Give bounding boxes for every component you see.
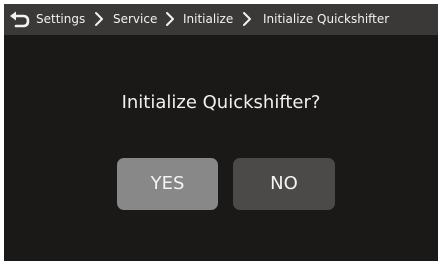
breadcrumb: Settings Service Initialize Initialize Q… bbox=[4, 4, 438, 35]
no-button[interactable]: NO bbox=[233, 158, 335, 210]
breadcrumb-item-service[interactable]: Service bbox=[113, 12, 157, 27]
chevron-right-icon bbox=[241, 11, 253, 27]
chevron-right-icon bbox=[164, 11, 176, 27]
dialog-question: Initialize Quickshifter? bbox=[121, 92, 321, 113]
chevron-right-icon bbox=[93, 11, 105, 27]
screen: Settings Service Initialize Initialize Q… bbox=[4, 4, 438, 261]
breadcrumb-item-initialize[interactable]: Initialize bbox=[183, 12, 233, 27]
back-button[interactable] bbox=[8, 10, 32, 30]
breadcrumb-item-settings[interactable]: Settings bbox=[36, 12, 85, 27]
back-arrow-icon bbox=[10, 11, 30, 28]
yes-button[interactable]: YES bbox=[117, 158, 218, 210]
breadcrumb-item-current: Initialize Quickshifter bbox=[263, 12, 390, 26]
